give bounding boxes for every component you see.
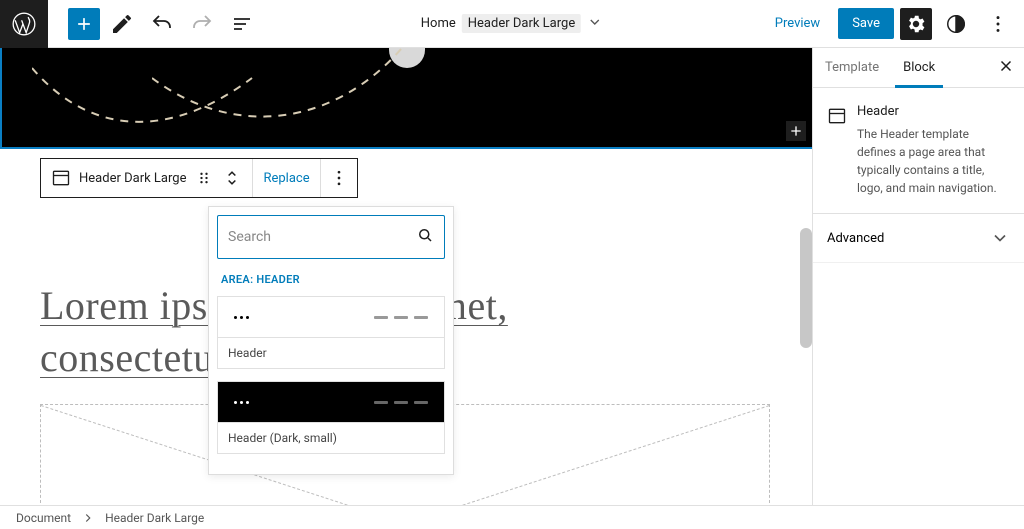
header-block-preview[interactable] (0, 48, 812, 149)
tab-template[interactable]: Template (813, 48, 891, 87)
undo-button[interactable] (144, 6, 180, 42)
replace-label: Replace (263, 171, 309, 186)
settings-sidebar: Template Block Header The Header templat… (812, 48, 1024, 505)
area-label: AREA: HEADER (217, 259, 445, 296)
template-option[interactable]: Header (Dark, small) (217, 381, 445, 454)
replace-button[interactable]: Replace (253, 159, 320, 197)
inline-add-button[interactable] (786, 121, 806, 141)
decorative-curve (152, 48, 412, 138)
wordpress-logo[interactable] (0, 0, 48, 48)
block-toolbar: Header Dark Large Replace (40, 158, 358, 198)
template-caption: Header (218, 337, 444, 368)
template-option[interactable]: Header (217, 296, 445, 369)
settings-button[interactable] (900, 8, 932, 40)
block-more-button[interactable] (321, 159, 357, 197)
block-name: Header (857, 104, 1010, 119)
search-input[interactable] (228, 229, 416, 245)
breadcrumb-home: Home (421, 16, 456, 31)
breadcrumb-bar: Document Header Dark Large (0, 505, 1024, 529)
list-view-button[interactable] (224, 6, 260, 42)
block-description: The Header template defines a page area … (857, 125, 1010, 197)
move-arrows-icon[interactable] (222, 168, 242, 188)
styles-button[interactable] (938, 6, 974, 42)
advanced-panel-toggle[interactable]: Advanced (813, 214, 1024, 263)
save-button[interactable]: Save (838, 8, 894, 39)
header-block-icon (827, 106, 847, 126)
more-options-button[interactable] (980, 6, 1016, 42)
chevron-right-icon (81, 510, 95, 525)
edit-tool-button[interactable] (104, 6, 140, 42)
template-part-icon (51, 168, 71, 188)
redo-button[interactable] (184, 6, 220, 42)
close-sidebar-button[interactable] (992, 54, 1020, 82)
search-field[interactable] (217, 215, 445, 259)
search-icon (416, 226, 434, 248)
template-preview (218, 382, 444, 422)
breadcrumb-part: Header Dark Large (462, 14, 581, 33)
add-block-button[interactable] (68, 8, 100, 40)
chevron-down-icon (990, 228, 1010, 248)
breadcrumb-current[interactable]: Header Dark Large (105, 511, 204, 525)
template-preview (218, 297, 444, 337)
tab-block[interactable]: Block (891, 48, 947, 87)
chevron-down-icon (587, 14, 603, 34)
replace-popover: AREA: HEADER Header Header (Dark, small) (208, 206, 454, 475)
template-caption: Header (Dark, small) (218, 422, 444, 453)
preview-button[interactable]: Preview (763, 8, 832, 39)
scrollbar-thumb[interactable] (800, 228, 812, 348)
document-title[interactable]: Home Header Dark Large (421, 14, 603, 34)
editor-canvas[interactable]: Header Dark Large Replace AREA: HEADER (0, 48, 812, 505)
drag-handle-icon[interactable] (194, 168, 214, 188)
breadcrumb-root[interactable]: Document (16, 511, 71, 525)
block-toolbar-label: Header Dark Large (79, 171, 186, 186)
advanced-label: Advanced (827, 231, 884, 246)
